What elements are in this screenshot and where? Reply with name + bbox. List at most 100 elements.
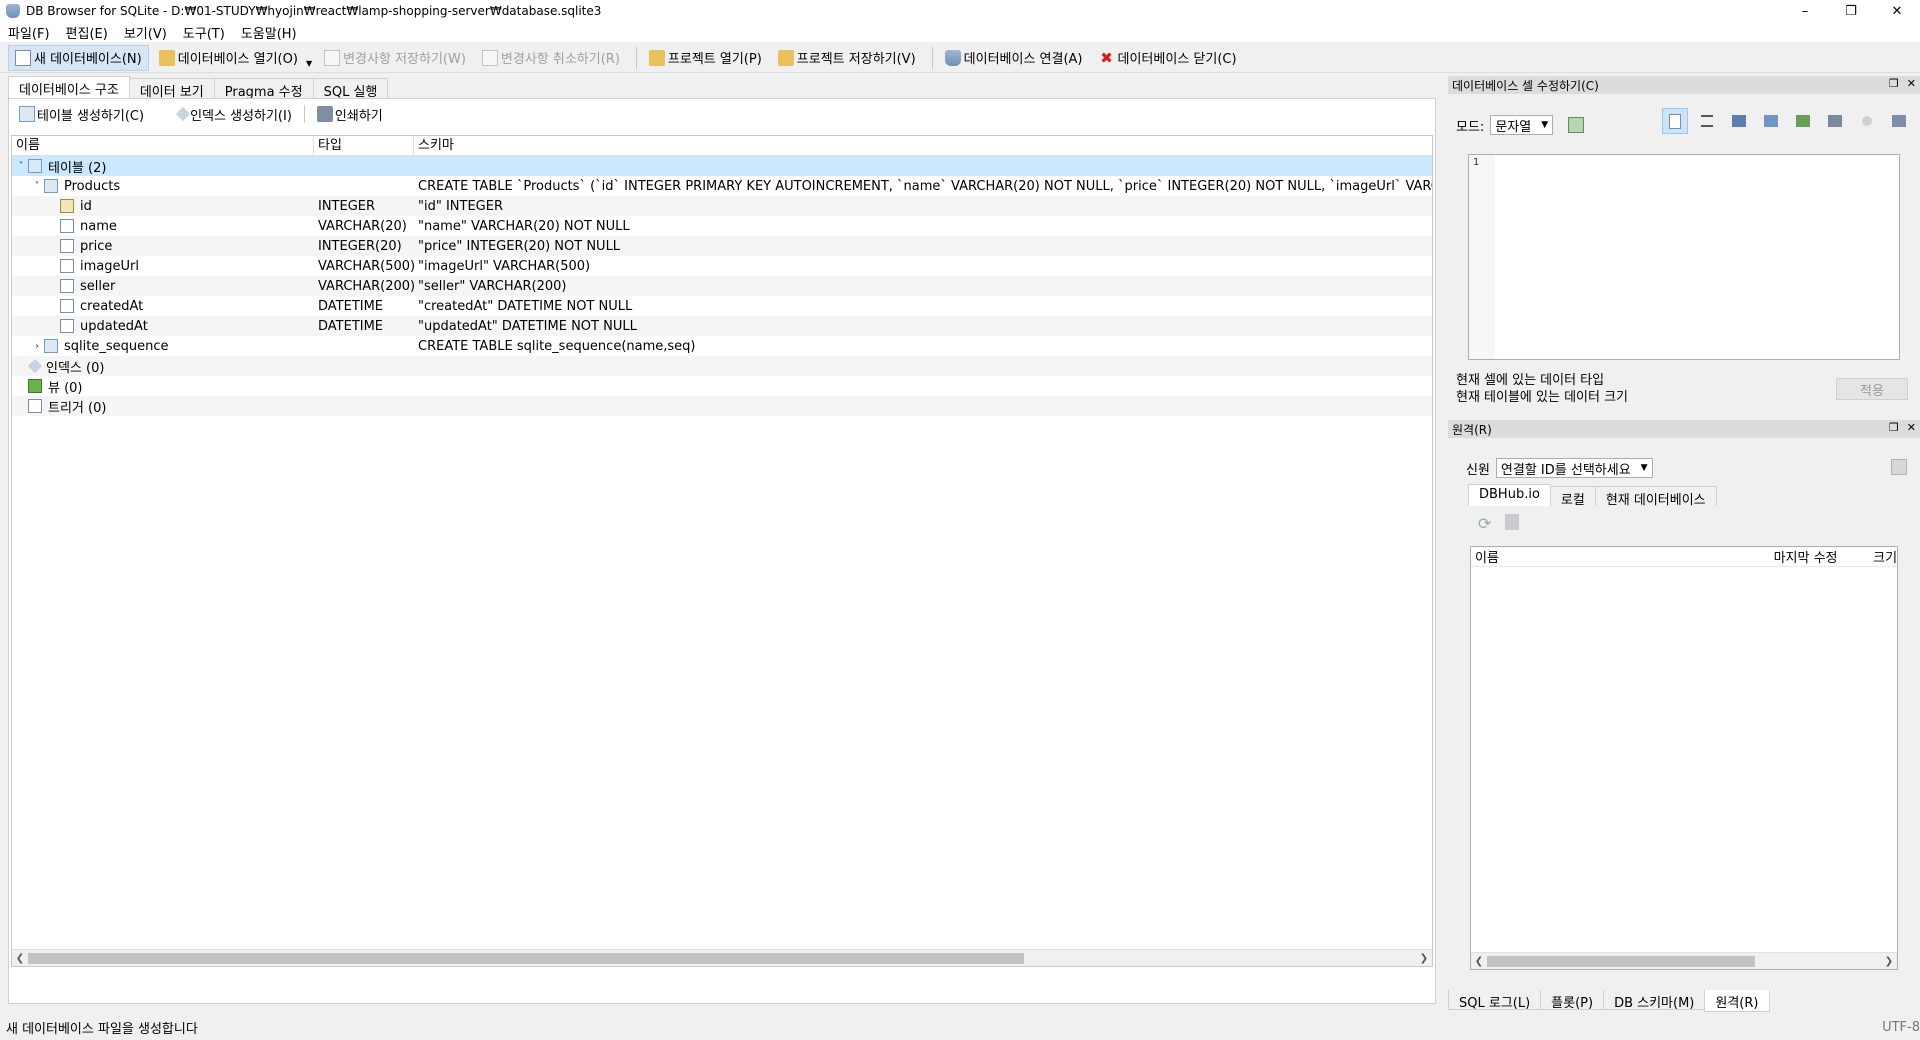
close-database-label: 데이터베이스 닫기(C) (1117, 52, 1237, 67)
open-database-dropdown-icon[interactable]: ▼ (306, 59, 312, 68)
scroll-left-icon[interactable]: ❮ (12, 950, 28, 966)
float-icon[interactable]: ❐ (1889, 421, 1899, 434)
tree-row[interactable]: 뷰 (0) (12, 376, 1432, 396)
cell-editor[interactable]: 1 (1468, 154, 1900, 360)
text-mode-icon[interactable] (1662, 108, 1688, 134)
write-changes-button[interactable]: 변경사항 저장하기(W) (318, 45, 472, 71)
tab-remote[interactable]: 원격(R) (1704, 990, 1770, 1012)
tree-cell-name: createdAt (12, 299, 314, 314)
tree-item-name: sqlite_sequence (64, 338, 169, 354)
tree-cell-schema: "price" INTEGER(20) NOT NULL (418, 238, 621, 254)
scroll-right-icon[interactable]: ❯ (1416, 950, 1432, 966)
tree-row[interactable]: ˅ Products CREATE TABLE `Products` (`id` I… (12, 176, 1433, 196)
menu-tools[interactable]: 도구(T) (175, 23, 233, 42)
save-project-button[interactable]: 프로젝트 저장하기(V) (772, 45, 922, 71)
create-table-button[interactable]: 테이블 생성하기(C) (13, 105, 150, 124)
close-database-button[interactable]: ✖ 데이터베이스 닫기(C) (1093, 45, 1243, 71)
open-database-button[interactable]: 데이터베이스 열기(O) (153, 45, 304, 71)
tree-row[interactable]: price INTEGER(20) "price" INTEGER(20) NOT … (12, 236, 1432, 256)
app-icon (6, 4, 20, 18)
tab-execute-sql[interactable]: SQL 실행 (312, 78, 389, 100)
chevron-down-icon[interactable]: ˅ (14, 161, 28, 172)
create-index-button[interactable]: 인덱스 생성하기(I) (170, 105, 298, 124)
image-icon[interactable] (1822, 108, 1848, 134)
tab-dbhub[interactable]: DBHub.io (1468, 484, 1551, 506)
tree-row[interactable]: 트리거 (0) (12, 396, 1432, 416)
tree-row[interactable]: 인덱스 (0) (12, 356, 1432, 376)
menu-file[interactable]: 파일(F) (0, 23, 58, 42)
tab-current-database[interactable]: 현재 데이터베이스 (1594, 486, 1717, 508)
open-project-button[interactable]: 프로젝트 열기(P) (643, 45, 768, 71)
minimize-icon[interactable]: – (1782, 0, 1828, 22)
tab-local[interactable]: 로컬 (1549, 486, 1596, 508)
scroll-right-icon[interactable]: ❯ (1881, 953, 1897, 969)
word-wrap-icon[interactable] (1694, 108, 1720, 134)
clone-icon[interactable] (1505, 514, 1520, 530)
auto-switch-icon[interactable] (1563, 112, 1589, 138)
tree-row[interactable]: updatedAt DATETIME "updatedAt" DATETIME NO… (12, 316, 1432, 336)
schema-tree[interactable]: 이름 타입 스키마 ˅ 테이블 (2) ˅ Products CREATE TABLE … (11, 135, 1433, 967)
menu-edit[interactable]: 편집(E) (58, 23, 116, 42)
revert-changes-button[interactable]: 변경사항 취소하기(R) (476, 45, 626, 71)
tab-sql-log[interactable]: SQL 로그(L) (1448, 990, 1542, 1011)
tab-database-structure[interactable]: 데이터베이스 구조 (8, 76, 130, 98)
horizontal-scrollbar[interactable]: ❮ ❯ (12, 949, 1432, 966)
column-header-last-modified[interactable]: 마지막 수정 (1770, 547, 1870, 566)
tree-row[interactable]: createdAt DATETIME "createdAt" DATETIME NO… (12, 296, 1432, 316)
import-icon[interactable] (1726, 108, 1752, 134)
scrollbar-thumb[interactable] (28, 953, 1024, 964)
clear-icon[interactable] (1854, 108, 1880, 134)
remote-title-bar: 원격(R) ❐ ✕ (1448, 420, 1920, 438)
close-icon[interactable]: ✕ (1874, 0, 1920, 22)
column-header-size[interactable]: 크기 (1869, 547, 1897, 566)
menu-view[interactable]: 보기(V) (116, 23, 175, 42)
tree-row[interactable]: name VARCHAR(20) "name" VARCHAR(20) NOT NU… (12, 216, 1432, 236)
scrollbar-thumb[interactable] (1487, 956, 1755, 967)
float-icon[interactable]: ❐ (1889, 77, 1899, 90)
menu-help[interactable]: 도움말(H) (233, 23, 305, 42)
main-tabs: 데이터베이스 구조 데이터 보기 Pragma 수정 SQL 실행 (8, 76, 1436, 100)
tree-row[interactable]: › sqlite_sequence CREATE TABLE sqlite_sequ… (12, 336, 1432, 356)
scroll-left-icon[interactable]: ❮ (1471, 953, 1487, 969)
tree-row[interactable]: seller VARCHAR(200) "seller" VARCHAR(200) (12, 276, 1432, 296)
field-icon (60, 259, 74, 273)
tree-row[interactable]: id INTEGER "id" INTEGER (12, 196, 1432, 216)
remote-list-header: 이름 마지막 수정 크기 (1471, 547, 1897, 567)
identity-select[interactable]: 연결할 ID를 선택하세요 ▼ (1495, 458, 1653, 478)
apply-button[interactable]: 적용 (1836, 378, 1908, 400)
refresh-icon[interactable]: ⟳ (1478, 514, 1491, 533)
column-header-schema[interactable]: 스키마 (414, 136, 1432, 156)
type-info: 현재 셀에 있는 데이터 타입 (1456, 373, 1605, 388)
remote-list[interactable]: 이름 마지막 수정 크기 ❮ ❯ (1470, 546, 1898, 970)
tab-browse-data[interactable]: 데이터 보기 (128, 78, 215, 100)
close-icon[interactable]: ✕ (1907, 421, 1916, 434)
mode-select[interactable]: 문자열 ▼ (1490, 115, 1554, 135)
tab-db-schema[interactable]: DB 스키마(M) (1603, 990, 1706, 1011)
print-button[interactable]: 인쇄하기 (311, 105, 389, 124)
tree-row[interactable]: ˅ 테이블 (2) (12, 156, 1432, 176)
tree-cell-name: imageUrl (12, 259, 314, 274)
write-changes-icon (324, 49, 341, 66)
column-header-type[interactable]: 타입 (314, 136, 414, 156)
column-header-name[interactable]: 이름 (12, 136, 314, 156)
tab-edit-pragmas[interactable]: Pragma 수정 (213, 78, 314, 100)
column-header-name[interactable]: 이름 (1471, 547, 1770, 566)
export-icon[interactable] (1758, 108, 1784, 134)
horizontal-scrollbar[interactable]: ❮ ❯ (1471, 952, 1897, 969)
new-database-button[interactable]: 새 데이터베이스(N) (8, 44, 149, 71)
tab-plot[interactable]: 플롯(P) (1540, 990, 1605, 1011)
field-icon (60, 219, 74, 233)
chevron-down-icon[interactable]: ˅ (30, 181, 44, 192)
tree-row[interactable]: imageUrl VARCHAR(500) "imageUrl" VARCHAR(5… (12, 256, 1432, 276)
identity-settings-icon[interactable] (1886, 454, 1912, 480)
line-number-gutter: 1 (1469, 155, 1495, 359)
chevron-right-icon[interactable]: › (30, 341, 44, 352)
attach-database-label: 데이터베이스 연결(A) (963, 52, 1083, 67)
print-icon[interactable] (1886, 108, 1912, 134)
restore-icon[interactable]: ❐ (1828, 0, 1874, 22)
attach-database-button[interactable]: 데이터베이스 연결(A) (939, 45, 1089, 71)
set-null-icon[interactable] (1790, 108, 1816, 134)
status-bar: 새 데이터베이스 파일을 생성합니다 UTF-8 (0, 1014, 1920, 1040)
close-icon[interactable]: ✕ (1907, 77, 1916, 90)
create-index-label: 인덱스 생성하기(I) (190, 108, 292, 124)
